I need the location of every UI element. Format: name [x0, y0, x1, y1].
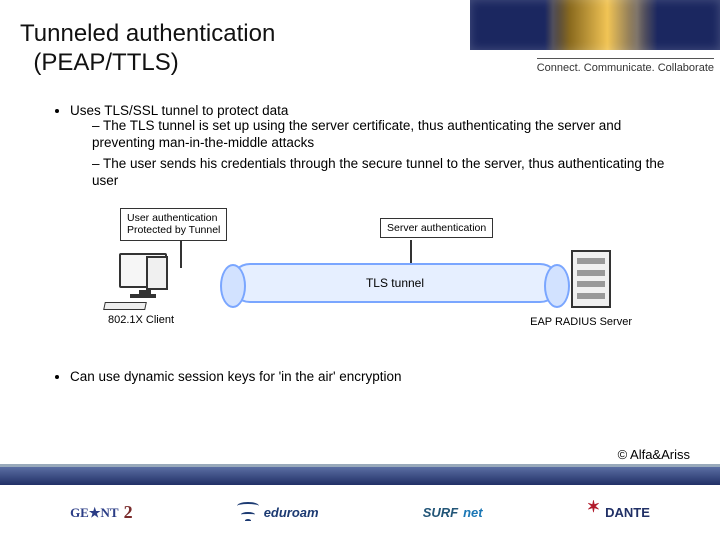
geant2-logo: GE★NT2 — [70, 502, 133, 523]
sub-bullet-1b: The user sends his credentials through t… — [92, 156, 680, 190]
tagline: Connect. Communicate. Collaborate — [537, 58, 714, 74]
star-icon: ✶ — [587, 497, 600, 517]
tls-tunnel-shape: TLS tunnel — [230, 263, 560, 303]
eduroam-logo: eduroam — [237, 502, 319, 524]
footer-band — [0, 467, 720, 485]
dante-logo: ✶DANTE — [587, 503, 650, 523]
slide-title: Tunneled authentication (PEAP/TTLS) — [20, 20, 275, 78]
bullet-2: Can use dynamic session keys for 'in the… — [70, 369, 680, 384]
slide-body: Uses TLS/SSL tunnel to protect data The … — [0, 85, 720, 384]
client-tower-icon — [146, 256, 168, 290]
wifi-icon — [237, 502, 259, 524]
sub-bullet-1a: The TLS tunnel is set up using the serve… — [92, 118, 680, 152]
tls-tunnel-diagram: User authentication Protected by Tunnel … — [80, 208, 640, 343]
server-auth-label-box: Server authentication — [380, 218, 493, 239]
footer-logos: GE★NT2 eduroam SURFnet ✶DANTE — [0, 485, 720, 540]
copyright: © Alfa&Ariss — [618, 447, 690, 462]
client-label: 802.1X Client — [108, 314, 174, 326]
tunnel-label: TLS tunnel — [366, 276, 424, 290]
user-auth-label-box: User authentication Protected by Tunnel — [120, 208, 227, 241]
client-computer-icon — [98, 253, 188, 310]
bullet-1: Uses TLS/SSL tunnel to protect data The … — [70, 103, 680, 190]
surfnet-logo: SURFnet — [423, 505, 483, 520]
header-banner-image — [470, 0, 720, 50]
server-icon — [556, 250, 626, 308]
server-label: EAP RADIUS Server — [530, 316, 632, 328]
